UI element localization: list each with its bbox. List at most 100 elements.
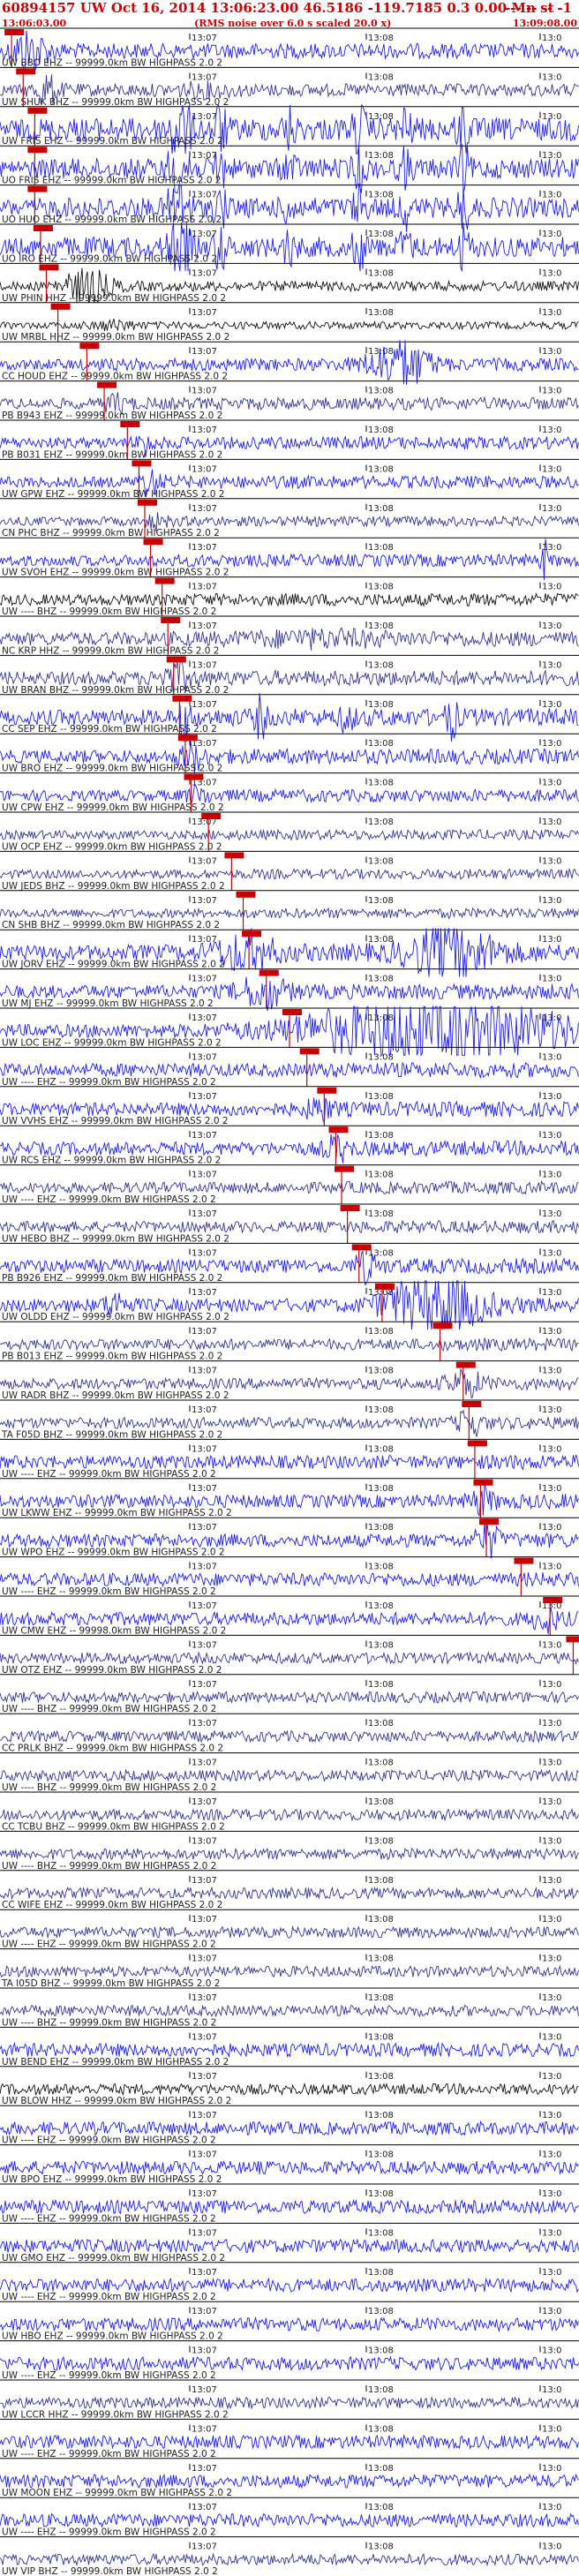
- time-tick-label: 13:07: [192, 1013, 217, 1023]
- time-tick-label: 13:08: [368, 1876, 394, 1886]
- station-label: UW ---- EHZ -- 99999.0km BW HIGHPASS 2.0…: [2, 2527, 216, 2538]
- trace-row: 13:07 13:08 13:0 NC KRP HHZ -- 99999.0km BW…: [0, 615, 579, 656]
- waveform: [0, 1886, 579, 1901]
- time-tick-label: 13:08: [368, 1759, 394, 1768]
- pick-marker: [473, 1479, 493, 1486]
- waveform: [0, 318, 579, 332]
- time-tick-label: 13:0: [542, 1288, 561, 1298]
- station-label: UW OLDD EHZ -- 99999.0km BW HIGHPASS 2.0…: [2, 1312, 229, 1322]
- time-tick-label: 13:0: [542, 1171, 561, 1180]
- time-tick-label: 13:0: [542, 1836, 561, 1846]
- time-tick-label: 13:07: [192, 1405, 217, 1415]
- time-tick-label: 13:0: [542, 1248, 561, 1258]
- station-label: PB B031 EHZ -- 99999.0km BW HIGHPASS 2.0…: [2, 449, 222, 460]
- station-label: PB B943 EHZ -- 99999.0km BW HIGHPASS 2.0…: [2, 411, 222, 421]
- time-tick-label: 13:0: [542, 739, 561, 749]
- waveform: [0, 1061, 579, 1080]
- time-tick-label: 13:07: [192, 2072, 217, 2082]
- time-tick-label: 13:08: [368, 2072, 394, 2082]
- waveform: [0, 2316, 579, 2333]
- time-tick-label: 13:08: [368, 660, 394, 670]
- time-tick-label: 13:08: [368, 935, 394, 945]
- time-tick-label: 13:0: [542, 1876, 561, 1886]
- trace-row: 13:07 13:08 13:0 UW JORV EHZ -- 99999.0km B…: [0, 928, 579, 977]
- pick-marker: [462, 1401, 482, 1407]
- time-tick-label: 13:08: [368, 896, 394, 906]
- station-label: UW MRBL HHZ -- 99999.0km BW HIGHPASS 2.0…: [2, 332, 229, 343]
- time-tick-label: 13:08: [368, 739, 394, 749]
- time-tick-label: 13:0: [542, 1797, 561, 1807]
- trace-row: 13:07 13:08 13:0UW FRIS EHZ -- 99999.0km B…: [0, 104, 579, 154]
- trace-row: 13:07 13:08 13:0 UW HEBO BHZ -- 99999.0km B…: [0, 1203, 579, 1244]
- time-tick-label: 13:0: [542, 2189, 561, 2199]
- time-tick-label: 13:07: [192, 2307, 217, 2316]
- waveform: [0, 783, 579, 804]
- station-label: TA I05D BHZ -- 99999.0km BW HIGHPASS 2.0…: [1, 1978, 220, 1989]
- trace-row: 13:07 13:08 13:0 UW ---- BHZ -- 99999.0km B…: [0, 1830, 579, 1872]
- pick-marker: [39, 264, 59, 271]
- time-tick-label: 13:08: [368, 856, 394, 866]
- waveform: [0, 1651, 579, 1665]
- station-label: CN SHB BHZ -- 99999.0km BW HIGHPASS 2.0 …: [2, 920, 220, 930]
- trace-row: 13:07 13:08 13:0UW CPW EHZ -- 99999.0km BW…: [0, 772, 579, 813]
- trace-row: 13:07 13:08 13:0 UW ---- EHZ -- 99999.0km B…: [0, 1438, 579, 1480]
- time-tick-label: 13:07: [192, 2346, 217, 2356]
- time-tick-label: 13:07: [192, 2111, 217, 2120]
- station-label: UW WPO EHZ -- 99999.0km BW HIGHPASS 2.0 …: [2, 1548, 225, 1558]
- trace-row: 13:07 13:08 13:0 UW ---- EHZ -- 99999.0km B…: [0, 2262, 579, 2302]
- pick-marker: [27, 147, 48, 154]
- time-tick-label: 13:0: [542, 2032, 561, 2042]
- station-label: UW ---- EHZ -- 99999.0km BW HIGHPASS 2.0…: [2, 1940, 216, 1950]
- time-tick-label: 13:08: [368, 426, 394, 435]
- time-tick-label: 13:07: [192, 191, 217, 200]
- time-tick-label: 13:07: [192, 426, 217, 435]
- station-label: UW BLOW HHZ -- 99999.0km BW HIGHPASS 2.0…: [2, 2096, 231, 2106]
- time-tick-label: 13:08: [368, 191, 394, 200]
- waveform: [0, 2120, 579, 2136]
- trace-row: 13:07 13:08 13:0 UW VIP BHZ -- 99999.0km BW…: [0, 2536, 579, 2576]
- trace-row: 13:07 13:08 13:0 CC WIFE EHZ -- 99999.0km B…: [0, 1870, 579, 1910]
- time-tick-label: 13:08: [368, 621, 394, 631]
- trace-row: 13:07 13:08 13:0 PB B013 EHZ -- 99999.0km B…: [0, 1321, 579, 1362]
- waveform: [0, 1691, 579, 1705]
- station-label: UO IRO EHZ -- 99999.0km BW HIGHPASS 2.0 …: [2, 253, 217, 264]
- trace-row: 13:07 13:08 13:0CC HOUD EHZ -- 99999.0km B…: [0, 340, 579, 385]
- time-tick-label: 13:08: [368, 1131, 394, 1141]
- time-tick-label: 13:07: [192, 1797, 217, 1807]
- station-label: UW ---- EHZ -- 99999.0km BW HIGHPASS 2.0…: [2, 1469, 216, 1480]
- time-tick-label: 13:08: [368, 1171, 394, 1180]
- station-label: UW MOON EHZ -- 99999.0km BW HIGHPASS 2.0…: [2, 2488, 232, 2498]
- trace-row: 13:07 13:08 13:0UW OCP EHZ -- 99999.0km BW…: [0, 811, 579, 852]
- time-tick-label: 13:07: [192, 621, 217, 631]
- time-tick-label: 13:0: [542, 2111, 561, 2120]
- station-label: UW JEDS BHZ -- 99999.0km BW HIGHPASS 2.0…: [2, 881, 225, 892]
- time-tick-label: 13:07: [192, 2464, 217, 2474]
- time-tick-label: 13:07: [192, 1563, 217, 1572]
- time-tick-label: 13:07: [192, 1993, 217, 2003]
- time-tick-label: 13:0: [542, 1719, 561, 1729]
- trace-row: 13:07 13:08 13:0 TA I05D BHZ -- 99999.0km B…: [0, 1948, 579, 1989]
- time-tick-label: 13:07: [192, 2032, 217, 2042]
- station-label: UW ---- BHZ -- 99999.0km BW HIGHPASS 2.0…: [2, 2017, 216, 2028]
- waveform: [0, 2473, 579, 2489]
- pick-marker: [479, 1518, 500, 1525]
- time-tick-label: 13:08: [368, 1484, 394, 1494]
- time-tick-label: 13:08: [368, 1013, 394, 1023]
- station-label: CC HOUD EHZ -- 99999.0km BW HIGHPASS 2.0…: [2, 372, 228, 382]
- time-tick-label: 13:0: [542, 1131, 561, 1141]
- pick-marker: [154, 577, 175, 584]
- station-label: UW BBO EHZ -- 99999.0km BW HIGHPASS 2.0 …: [2, 57, 222, 68]
- pick-marker: [328, 1126, 349, 1134]
- trace-row: 13:07 13:08 13:0 UW WPO EHZ -- 99999.0km BW…: [0, 1517, 579, 1559]
- time-tick-label: 13:0: [542, 856, 561, 866]
- time-tick-label: 13:08: [368, 230, 394, 239]
- station-label: UO HUO EHZ -- 99999.0km BW HIGHPASS 2.0 …: [2, 215, 222, 225]
- pick-marker: [374, 1283, 395, 1290]
- time-tick-label: 13:08: [368, 72, 394, 82]
- time-tick-label: 13:0: [542, 1680, 561, 1690]
- time-tick-label: 13:0: [542, 660, 561, 670]
- time-tick-label: 13:08: [368, 2385, 394, 2395]
- station-label: PB B926 EHZ -- 99999.0km BW HIGHPASS 2.0…: [2, 1273, 222, 1284]
- pick-marker: [172, 695, 192, 702]
- trace-row: 13:07 13:08 13:0UW LOC EHZ -- 99999.0km BW…: [0, 1005, 579, 1057]
